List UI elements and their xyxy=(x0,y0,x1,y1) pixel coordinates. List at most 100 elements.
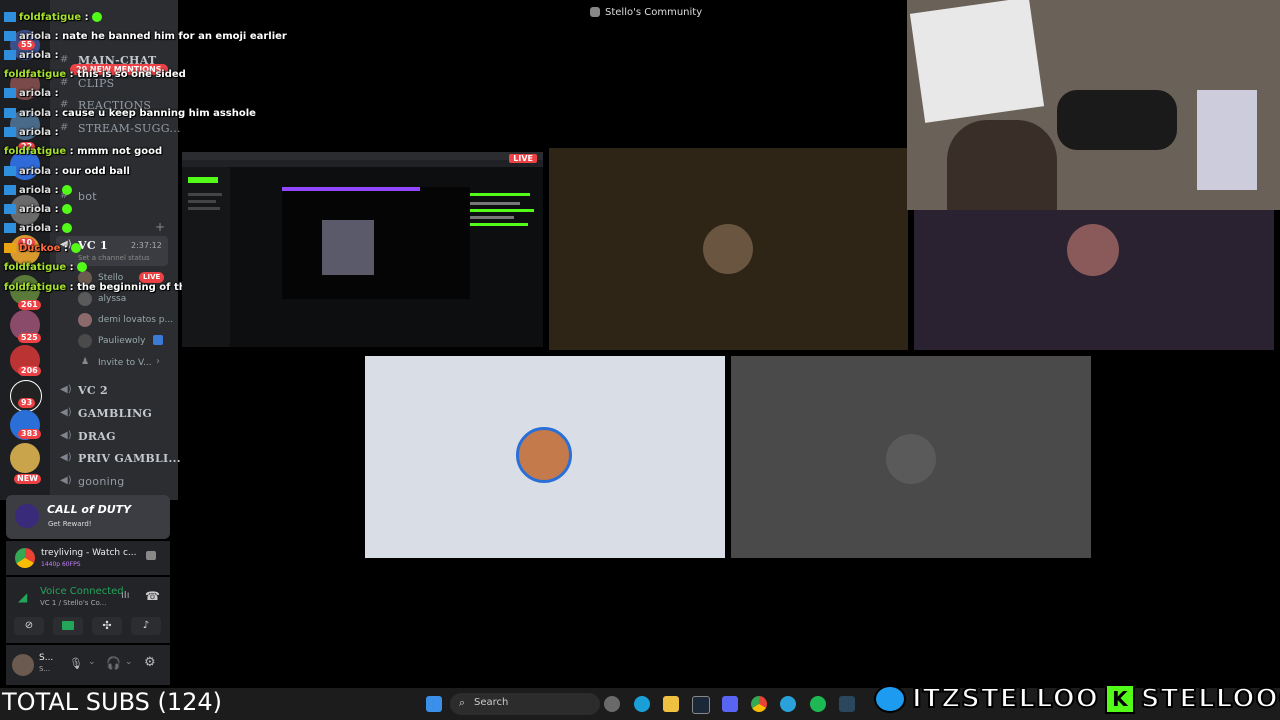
kick-icon xyxy=(4,185,16,195)
noise-suppression-icon[interactable]: ıIı xyxy=(121,590,130,601)
channel-status[interactable]: Set a channel status xyxy=(78,254,150,262)
search-icon: ⌕ xyxy=(459,696,466,709)
hash-icon: # xyxy=(60,54,69,65)
channel-drag[interactable]: DRAG xyxy=(78,430,116,443)
server-badge-5: 261 xyxy=(18,300,41,310)
voice-subtitle[interactable]: VC 1 / Stello's Co... xyxy=(40,599,106,607)
invite-to-voice[interactable]: Invite to V... xyxy=(98,358,152,368)
channel-vc1[interactable]: VC 1 xyxy=(78,239,108,252)
channel-stream-sugg[interactable]: STREAM-SUGG... xyxy=(78,122,181,135)
steam-icon[interactable] xyxy=(692,696,710,714)
chat-message: ariola : xyxy=(4,50,59,61)
kick-icon xyxy=(4,31,16,41)
channel-bot[interactable]: bot xyxy=(78,190,97,203)
person-add-icon: ♟ xyxy=(81,357,90,367)
kick-icon xyxy=(4,12,16,22)
kick-icon xyxy=(4,127,16,137)
live-badge: LIVE xyxy=(509,154,537,163)
server-badge-8: 93 xyxy=(18,398,36,408)
chat-message: ariola : xyxy=(4,223,73,234)
copilot-icon[interactable] xyxy=(604,696,620,712)
chat-message: foldfatigue : xyxy=(4,262,88,273)
channel-gooning[interactable]: gooning xyxy=(78,475,125,488)
steam-icon-2[interactable] xyxy=(839,696,855,712)
participant-tile[interactable] xyxy=(914,210,1274,350)
speaker-icon: ◀) xyxy=(60,407,72,418)
avatar xyxy=(78,313,92,327)
spotify-icon[interactable] xyxy=(810,696,826,712)
participant-tile[interactable] xyxy=(549,148,908,350)
telegram-icon[interactable] xyxy=(780,696,796,712)
total-subs: TOTAL SUBS (124) xyxy=(2,688,223,716)
channel-priv-gambling[interactable]: PRIV GAMBLI... xyxy=(78,452,181,465)
video-off-button[interactable]: ⊘ xyxy=(14,617,44,635)
chat-message: Duckoe : xyxy=(4,243,82,254)
vc-user-name[interactable]: demi lovatos p... xyxy=(98,315,173,325)
soundboard-button[interactable]: ♪ xyxy=(131,617,161,635)
gear-icon[interactable]: ⚙ xyxy=(144,655,156,670)
vc-user-name[interactable]: alyssa xyxy=(98,294,126,304)
promo-icon xyxy=(15,504,39,528)
server-badge-6: 525 xyxy=(18,333,41,343)
activities-button[interactable]: ✣ xyxy=(92,617,122,635)
avatar xyxy=(886,434,936,484)
activity-title[interactable]: treyliving - Watch c... xyxy=(41,548,137,558)
chrome-icon[interactable] xyxy=(751,696,767,712)
stream-tile[interactable]: LIVE xyxy=(182,152,543,347)
emote-icon xyxy=(62,223,73,233)
kick-icon xyxy=(4,50,16,60)
screen-share-button[interactable] xyxy=(53,617,83,635)
user-name[interactable]: S... xyxy=(39,653,53,663)
search-placeholder: Search xyxy=(474,697,509,708)
kick-handle: STELLOOO xyxy=(1140,683,1280,715)
voice-status[interactable]: Voice Connected xyxy=(40,586,124,597)
kick-icon xyxy=(4,166,16,176)
clothes-pile xyxy=(1057,90,1177,150)
socials-overlay: ITZSTELLOO K STELLOOO xyxy=(874,682,1280,716)
twitter-icon xyxy=(874,685,906,713)
kick-sidebar xyxy=(182,167,230,347)
chat-message: foldfatigue : mmm not good xyxy=(4,146,163,157)
speaker-icon: ◀) xyxy=(60,384,72,395)
emote-icon xyxy=(77,262,88,272)
edge-icon[interactable] xyxy=(634,696,650,712)
user-subtitle: S... xyxy=(39,665,51,673)
chat-message: ariola : nate he banned him for an emoji… xyxy=(4,31,287,42)
crown-icon xyxy=(4,243,16,253)
add-channel-icon[interactable]: + xyxy=(155,220,165,234)
kick-icon xyxy=(4,88,16,98)
windows-start-icon[interactable] xyxy=(426,696,442,712)
shield-icon xyxy=(153,335,163,345)
browser-address-bar xyxy=(182,160,543,167)
taskbar-search[interactable]: ⌕ Search xyxy=(450,693,600,715)
window-title: Stello's Community xyxy=(605,6,703,18)
avatar[interactable] xyxy=(12,654,34,676)
participant-tile[interactable] xyxy=(731,356,1091,558)
file-explorer-icon[interactable] xyxy=(663,696,679,712)
chevron-down-icon[interactable]: ⌄ xyxy=(125,657,133,667)
chevron-down-icon[interactable]: ⌄ xyxy=(88,657,96,667)
chat-message: foldfatigue : this is so one sided xyxy=(4,69,186,80)
microphone-icon[interactable]: 🎙 xyxy=(69,657,83,670)
chat-message: ariola : cause u keep banning him asshol… xyxy=(4,108,256,119)
vc-user-name[interactable]: Pauliewoly xyxy=(98,336,145,346)
chat-message: ariola : our odd ball xyxy=(4,166,130,177)
discord-icon[interactable] xyxy=(722,696,738,712)
participant-tile[interactable] xyxy=(365,356,725,558)
disconnect-icon[interactable]: ☎ xyxy=(145,589,160,603)
speaker-icon: ◀) xyxy=(60,430,72,441)
headphones-icon[interactable]: 🎧 xyxy=(106,656,121,670)
window-title-bar: Stello's Community xyxy=(590,4,702,20)
person xyxy=(947,120,1057,210)
vc1-timer: 2:37:12 xyxy=(131,241,162,250)
server-icon-12[interactable] xyxy=(10,443,40,473)
signal-icon: ◢ xyxy=(18,590,28,604)
channel-gambling[interactable]: GAMBLING xyxy=(78,407,152,420)
kick-icon: K xyxy=(1104,684,1135,714)
speaker-icon: ◀) xyxy=(60,475,72,486)
channel-vc2[interactable]: VC 2 xyxy=(78,384,108,397)
avatar xyxy=(703,224,753,274)
stop-stream-icon[interactable] xyxy=(146,551,156,560)
emote-icon xyxy=(71,243,82,253)
server-badge-10: NEW xyxy=(14,474,41,484)
